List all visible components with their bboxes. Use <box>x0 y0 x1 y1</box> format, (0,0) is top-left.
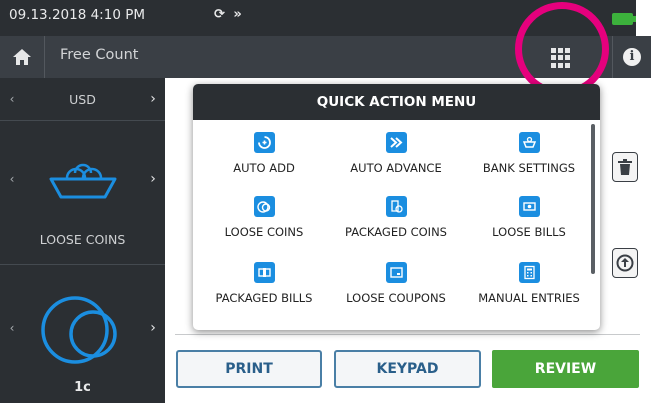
reset-icon <box>616 254 634 272</box>
divider <box>0 120 165 121</box>
left-panel: ‹ USD › ‹ › LOOSE COINS ‹ › 1c <box>0 78 165 403</box>
status-datetime: 09.13.2018 4:10 PM <box>9 7 145 23</box>
qa-label: LOOSE COINS <box>224 225 304 239</box>
divider <box>175 334 640 335</box>
qa-label: LOOSE COUPONS <box>346 291 446 305</box>
qa-label: PACKAGED BILLS <box>215 291 313 305</box>
delete-button[interactable] <box>612 152 638 182</box>
loose-coupons-icon <box>385 262 407 283</box>
reset-button[interactable] <box>612 248 638 278</box>
category-label: LOOSE COINS <box>39 232 126 247</box>
manual-entries-icon <box>518 262 540 283</box>
qa-label: BANK SETTINGS <box>482 161 576 175</box>
loose-bills-button[interactable]: LOOSE BILLS <box>464 196 594 252</box>
coin-bowl-icon[interactable] <box>45 151 121 207</box>
currency-prev-icon[interactable]: ‹ <box>0 92 24 106</box>
auto-advance-icon <box>385 132 407 153</box>
divider <box>0 264 165 265</box>
quick-action-menu: QUICK ACTION MENU AUTO ADD AUTO ADVANCE … <box>193 84 600 330</box>
loose-coupons-button[interactable]: LOOSE COUPONS <box>331 262 461 318</box>
modal-title: QUICK ACTION MENU <box>193 84 600 120</box>
mode-status-icons: ⟳ » <box>214 7 244 22</box>
denomination-label: 1c <box>74 380 91 395</box>
page-title: Free Count <box>60 47 139 63</box>
bank-settings-icon <box>518 132 540 153</box>
packaged-coins-button[interactable]: PACKAGED COINS <box>331 196 461 252</box>
print-button[interactable]: PRINT <box>176 350 322 388</box>
home-button[interactable] <box>0 36 45 78</box>
highlight-ring <box>515 2 609 96</box>
qa-label: MANUAL ENTRIES <box>478 291 580 305</box>
currency-selector: ‹ USD › <box>0 88 165 110</box>
trash-icon <box>618 159 632 175</box>
packaged-bills-icon <box>253 262 275 283</box>
packaged-bills-button[interactable]: PACKAGED BILLS <box>199 262 329 318</box>
auto-advance-button[interactable]: AUTO ADVANCE <box>331 132 461 188</box>
denomination-selector: ‹ › <box>0 280 165 376</box>
category-prev-icon[interactable]: ‹ <box>0 172 24 186</box>
qa-label: AUTO ADVANCE <box>350 161 442 175</box>
packaged-coins-icon <box>385 196 407 217</box>
category-selector: ‹ › <box>0 134 165 224</box>
qa-label: PACKAGED COINS <box>345 225 447 239</box>
denomination-prev-icon[interactable]: ‹ <box>0 321 24 335</box>
auto-add-button[interactable]: AUTO ADD <box>199 132 329 188</box>
loose-bills-icon <box>518 196 540 217</box>
battery-icon <box>612 13 633 25</box>
auto-add-icon <box>253 132 275 153</box>
qa-label: AUTO ADD <box>233 161 295 175</box>
category-next-icon[interactable]: › <box>141 171 165 187</box>
currency-label: USD <box>69 91 96 107</box>
info-button[interactable]: i <box>612 36 651 78</box>
loose-coins-button[interactable]: LOOSE COINS <box>199 196 329 252</box>
manual-entries-button[interactable]: MANUAL ENTRIES <box>464 262 594 318</box>
keypad-button[interactable]: KEYPAD <box>334 350 481 388</box>
denomination-next-icon[interactable]: › <box>141 320 165 336</box>
bank-settings-button[interactable]: BANK SETTINGS <box>464 132 594 188</box>
coin-icon[interactable] <box>37 282 129 374</box>
home-icon <box>13 49 31 65</box>
review-button[interactable]: REVIEW <box>492 350 639 388</box>
battery-tip <box>633 16 636 22</box>
info-icon: i <box>623 48 641 66</box>
qa-label: LOOSE BILLS <box>492 225 566 239</box>
loose-coins-icon <box>253 196 275 217</box>
currency-next-icon[interactable]: › <box>141 91 165 107</box>
